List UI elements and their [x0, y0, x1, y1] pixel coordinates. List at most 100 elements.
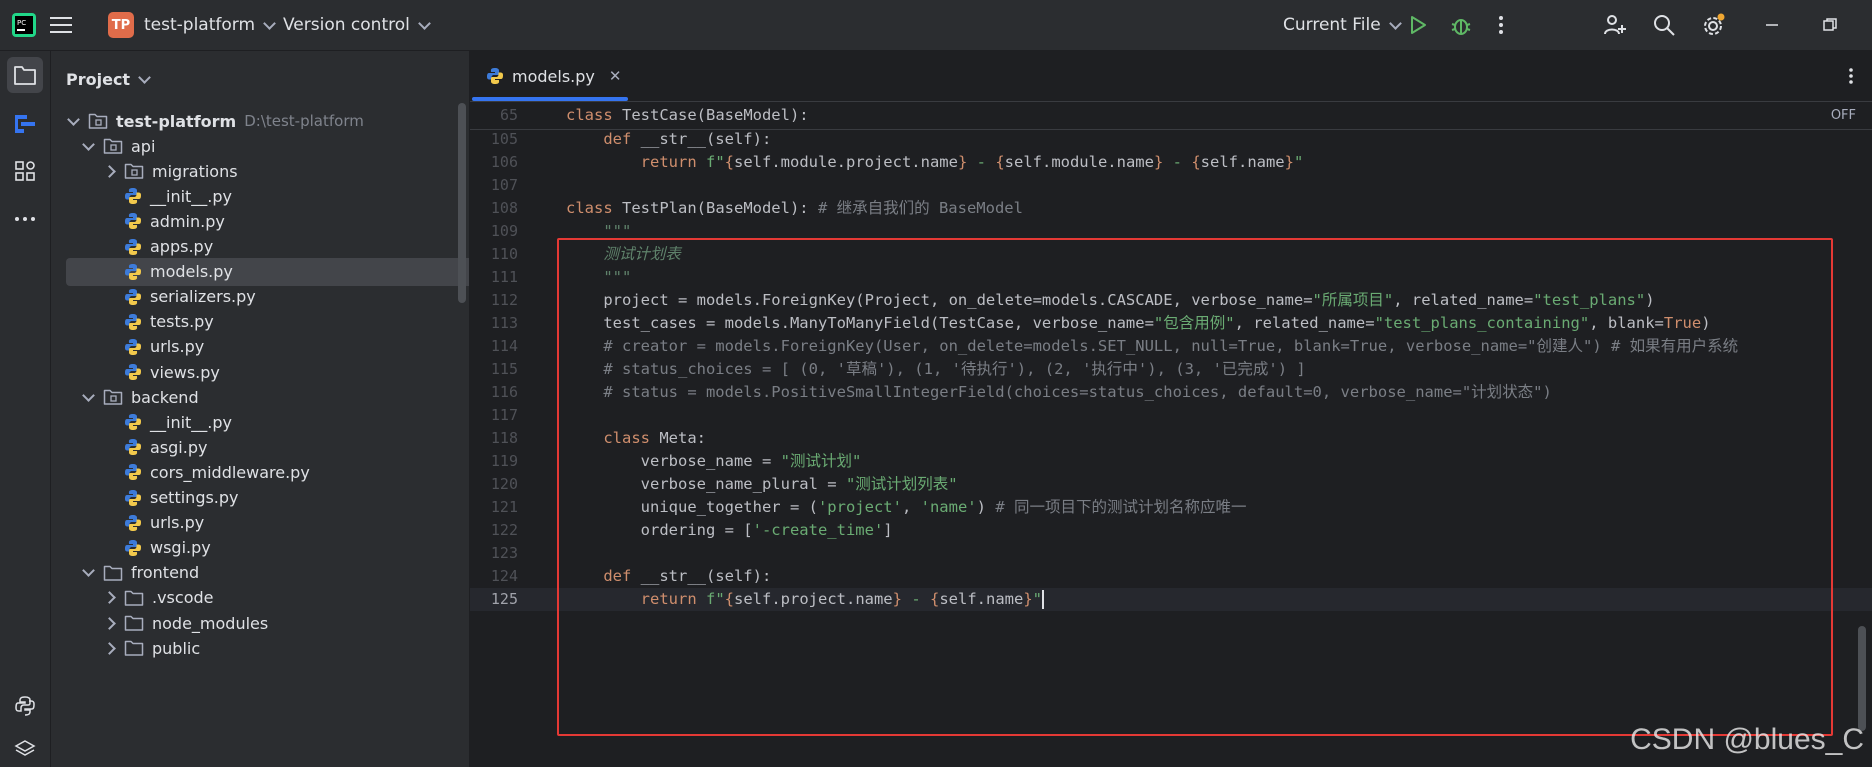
- more-vertical-icon: [1499, 16, 1503, 34]
- tree-item-label: __init__.py: [150, 412, 233, 432]
- run-config-selector[interactable]: Current File: [1283, 0, 1402, 50]
- watermark: CSDN @blues_C: [1630, 723, 1864, 756]
- search-everywhere-button[interactable]: [1653, 0, 1675, 50]
- search-icon: [1654, 15, 1675, 36]
- tree-item[interactable]: public: [66, 634, 469, 662]
- settings-button[interactable]: [1702, 0, 1726, 50]
- python-file-icon: [125, 288, 141, 305]
- tree-item[interactable]: __init__.py: [66, 408, 469, 436]
- line-number: 125: [490, 590, 518, 608]
- collapse-arrow-icon[interactable]: [102, 616, 116, 630]
- code-line: class TestPlan(BaseModel): # 继承自我们的 Base…: [566, 199, 1023, 217]
- python-file-icon: [125, 213, 141, 230]
- tree-item[interactable]: settings.py: [66, 484, 469, 512]
- sticky-scroll-line[interactable]: 65 class TestCase(BaseModel): OFF: [470, 102, 1872, 130]
- python-file-icon: [125, 489, 141, 506]
- tree-item[interactable]: __init__.py: [66, 182, 469, 210]
- tree-item[interactable]: urls.py: [66, 333, 469, 361]
- line-number: 110: [490, 245, 518, 263]
- highlight-annotation-box: [557, 238, 1833, 736]
- python-file-icon: [125, 464, 141, 481]
- version-control-label: Version control: [283, 15, 410, 35]
- tree-item[interactable]: wsgi.py: [66, 534, 469, 562]
- project-tool-button[interactable]: [7, 57, 43, 93]
- tree-item[interactable]: frontend: [66, 559, 469, 587]
- tree-item-label: urls.py: [150, 337, 205, 357]
- tree-item[interactable]: node_modules: [66, 609, 469, 637]
- line-number: 114: [490, 337, 518, 355]
- restore-button[interactable]: [1823, 0, 1837, 50]
- version-control-menu[interactable]: Version control: [283, 0, 431, 50]
- main-menu-button[interactable]: [50, 0, 72, 50]
- title-bar: PC TP test-platform Version control Curr…: [0, 0, 1872, 51]
- run-button[interactable]: [1408, 0, 1428, 50]
- tree-item-label: apps.py: [150, 237, 214, 256]
- python-file-icon: [125, 514, 141, 531]
- line-number: 109: [490, 222, 518, 240]
- run-config-label: Current File: [1283, 15, 1381, 35]
- more-actions-button[interactable]: [1498, 0, 1504, 50]
- gear-icon: [1704, 13, 1725, 35]
- chevron-down-icon: [138, 70, 151, 84]
- tree-item-label: asgi.py: [150, 437, 208, 457]
- tree-item[interactable]: backend: [66, 383, 469, 411]
- tree-item[interactable]: admin.py: [66, 207, 469, 235]
- project-panel-header[interactable]: Project: [51, 51, 469, 107]
- svg-text:PC: PC: [17, 19, 26, 27]
- project-scrollbar[interactable]: [458, 103, 466, 303]
- tree-item-path: D:\test-platform: [244, 112, 364, 130]
- tree-item-label: test-platform: [116, 111, 237, 131]
- tree-item[interactable]: serializers.py: [66, 283, 469, 311]
- tree-item[interactable]: urls.py: [66, 509, 469, 537]
- line-number: 120: [490, 475, 518, 493]
- tree-item-label: __init__.py: [150, 186, 233, 206]
- tree-item[interactable]: .vscode: [66, 584, 469, 612]
- tree-item[interactable]: apps.py: [66, 233, 469, 261]
- collapse-arrow-icon[interactable]: [102, 641, 116, 655]
- tree-item[interactable]: test-platform D:\test-platform: [66, 107, 456, 135]
- hamburger-icon: [50, 17, 72, 33]
- off-label[interactable]: OFF: [1831, 102, 1856, 129]
- tree-item-label: tests.py: [150, 312, 214, 332]
- collapse-arrow-icon[interactable]: [102, 164, 116, 178]
- line-number: 123: [490, 544, 518, 562]
- tree-item[interactable]: cors_middleware.py: [66, 458, 469, 486]
- expand-arrow-icon[interactable]: [81, 388, 95, 402]
- tree-item-label: cors_middleware.py: [150, 462, 310, 482]
- python-file-icon: [125, 364, 141, 380]
- expand-arrow-icon[interactable]: [81, 564, 95, 578]
- layers-tool-button[interactable]: [7, 731, 43, 767]
- line-number: 111: [490, 268, 518, 286]
- tree-item-label: serializers.py: [150, 287, 256, 307]
- add-user-icon: [1604, 15, 1626, 35]
- more-horizontal-icon: [15, 217, 35, 221]
- tree-item[interactable]: views.py: [66, 358, 469, 386]
- line-number: 117: [490, 406, 518, 424]
- tree-item-label: settings.py: [150, 488, 239, 507]
- sticky-line-text: TestCase(BaseModel):: [622, 106, 809, 124]
- tree-item[interactable]: migrations: [66, 157, 469, 185]
- minimize-button[interactable]: [1765, 0, 1779, 50]
- structure-tool-button[interactable]: [7, 105, 43, 141]
- more-tools-button[interactable]: [7, 201, 43, 237]
- project-switcher[interactable]: TP test-platform: [108, 0, 276, 50]
- tree-item[interactable]: tests.py: [66, 308, 469, 336]
- tree-item-label: views.py: [150, 362, 220, 382]
- tree-item-label: admin.py: [150, 211, 225, 231]
- plugins-tool-button[interactable]: [7, 153, 43, 189]
- module-folder-icon: [88, 113, 108, 129]
- module-folder-icon: [103, 389, 123, 405]
- expand-arrow-icon[interactable]: [66, 112, 80, 126]
- tree-item[interactable]: asgi.py: [66, 433, 469, 461]
- tree-item[interactable]: models.py: [66, 257, 469, 286]
- line-number: 119: [490, 452, 518, 470]
- editor-scrollbar[interactable]: [1858, 626, 1866, 731]
- sticky-line-number: 65: [499, 106, 518, 124]
- tree-item[interactable]: api: [66, 132, 469, 160]
- debug-button[interactable]: [1450, 0, 1472, 50]
- code-line: return f"{self.module.project.name} - {s…: [640, 153, 1304, 171]
- collapse-arrow-icon[interactable]: [102, 591, 116, 605]
- code-with-me-button[interactable]: [1603, 0, 1627, 50]
- python-console-button[interactable]: [7, 688, 43, 724]
- expand-arrow-icon[interactable]: [81, 137, 95, 151]
